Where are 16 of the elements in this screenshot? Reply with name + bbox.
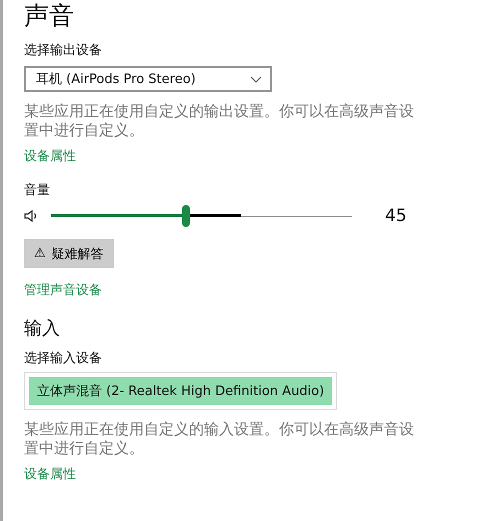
info-text: 某些应用正在使用自定义的输出设置。你可以在高级声音设置中进行自定义。 <box>24 102 415 140</box>
slider-thumb[interactable] <box>182 205 190 227</box>
field-label: 音量 <box>24 182 50 200</box>
manage-devices-link[interactable]: 管理声音设备 <box>24 282 102 300</box>
volume-value: 45 <box>385 206 407 226</box>
output-device-dropdown[interactable]: 耳机 (AirPods Pro Stereo) <box>24 66 272 92</box>
info-text: 某些应用正在使用自定义的输入设置。你可以在高级声音设置中进行自定义。 <box>24 420 415 458</box>
section-heading: 输入 <box>24 317 60 340</box>
field-label: 选择输出设备 <box>24 42 102 60</box>
input-device-item[interactable]: 立体声混音 (2- Realtek High Definition Audio) <box>29 377 332 405</box>
device-properties-link[interactable]: 设备属性 <box>24 148 76 166</box>
chevron-down-icon <box>250 76 262 82</box>
troubleshoot-button[interactable]: ⚠ 疑难解答 <box>24 239 114 268</box>
page-title: 声音 <box>24 0 74 32</box>
field-label: 选择输入设备 <box>24 350 102 368</box>
device-properties-link[interactable]: 设备属性 <box>24 466 76 484</box>
